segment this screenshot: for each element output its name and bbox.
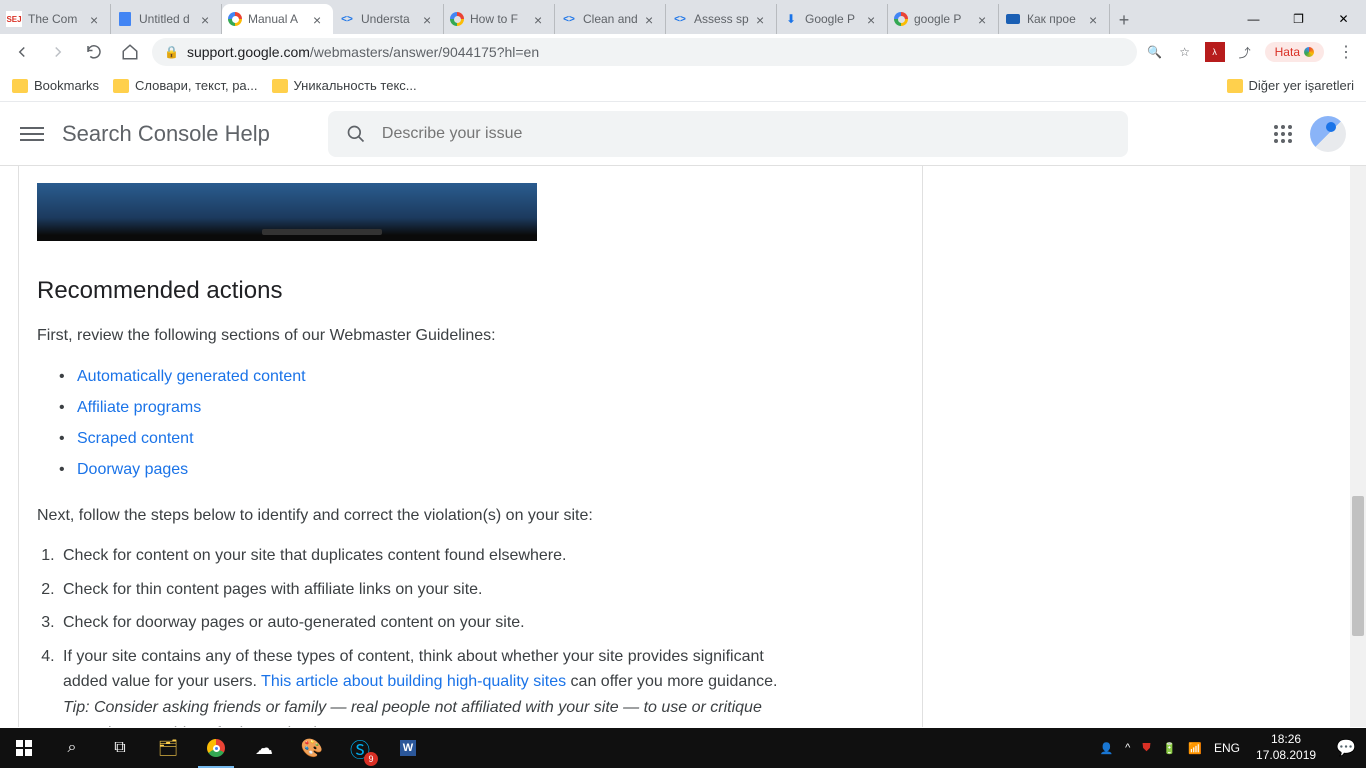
close-icon[interactable]: ×	[534, 12, 548, 26]
error-chip[interactable]: Hata	[1265, 42, 1324, 62]
link-affiliate[interactable]: Affiliate programs	[77, 399, 201, 416]
security-icon[interactable]: ⛊	[1136, 742, 1156, 755]
bookmarks-bar: Bookmarks Словари, текст, ра... Уникальн…	[0, 70, 1366, 102]
search-button[interactable]: ⌕	[48, 728, 96, 768]
tray-chevron[interactable]: ^	[1119, 742, 1136, 754]
step-1: Check for content on your site that dupl…	[59, 543, 797, 569]
folder-icon	[272, 79, 288, 93]
start-button[interactable]	[0, 728, 48, 768]
folder-icon	[113, 79, 129, 93]
tab-4[interactable]: How to F×	[444, 4, 555, 34]
home-button[interactable]	[116, 38, 144, 66]
word-button[interactable]: W	[384, 728, 432, 768]
menu-icon[interactable]	[20, 123, 44, 145]
intro-text: First, review the following sections of …	[37, 323, 797, 349]
video-thumbnail[interactable]	[37, 183, 537, 241]
url-input[interactable]: 🔒 support.google.com/webmasters/answer/9…	[152, 38, 1137, 66]
brand-title: Search Console Help	[62, 121, 270, 147]
close-icon[interactable]: ×	[423, 12, 437, 26]
next-text: Next, follow the steps below to identify…	[37, 503, 797, 529]
step-3: Check for doorway pages or auto-generate…	[59, 610, 797, 636]
tab-0[interactable]: SEJThe Com×	[0, 4, 111, 34]
reload-button[interactable]	[80, 38, 108, 66]
new-tab-button[interactable]: +	[1110, 6, 1138, 34]
page-header: Search Console Help	[0, 102, 1366, 166]
people-icon[interactable]: 👤	[1093, 742, 1119, 755]
minimize-button[interactable]: —	[1231, 4, 1276, 34]
close-icon[interactable]: ×	[1089, 12, 1103, 26]
other-bookmarks[interactable]: Diğer yer işaretleri	[1227, 78, 1354, 93]
close-button[interactable]: ✕	[1321, 4, 1366, 34]
skype-button[interactable]: Ⓢ9	[336, 728, 384, 768]
forward-button[interactable]	[44, 38, 72, 66]
tab-2[interactable]: Manual A×	[222, 4, 333, 34]
wifi-icon[interactable]: 📶	[1182, 742, 1208, 755]
url-bar: 🔒 support.google.com/webmasters/answer/9…	[0, 34, 1366, 70]
close-icon[interactable]: ×	[645, 12, 659, 26]
close-icon[interactable]: ×	[201, 12, 215, 26]
tab-6[interactable]: <>Assess sp×	[666, 4, 777, 34]
step-4-tip: Tip: Consider asking friends or family —…	[63, 699, 762, 727]
section-heading: Recommended actions	[37, 277, 797, 305]
step-2: Check for thin content pages with affili…	[59, 577, 797, 603]
steps-list: Check for content on your site that dupl…	[59, 543, 797, 727]
paint-button[interactable]: 🎨	[288, 728, 336, 768]
step-4: If your site contains any of these types…	[59, 644, 797, 727]
maximize-button[interactable]: ❐	[1276, 4, 1321, 34]
folder-icon	[12, 79, 28, 93]
browser-menu[interactable]: ⋮	[1334, 42, 1358, 62]
soundcloud-button[interactable]: ☁	[240, 728, 288, 768]
bookmark-1[interactable]: Словари, текст, ра...	[113, 78, 257, 93]
link-quality-sites[interactable]: This article about building high-quality…	[261, 673, 566, 690]
content-area: Recommended actions First, review the fo…	[0, 166, 1366, 727]
close-icon[interactable]: ×	[313, 12, 327, 26]
chrome-button[interactable]	[192, 728, 240, 768]
tab-1[interactable]: Untitled d×	[111, 4, 222, 34]
explorer-button[interactable]: 🗂	[144, 728, 192, 768]
tab-3[interactable]: <>Understa×	[333, 4, 444, 34]
scrollbar[interactable]	[1350, 166, 1366, 727]
bookmark-0[interactable]: Bookmarks	[12, 78, 99, 93]
notifications-icon[interactable]: 💬	[1326, 738, 1366, 758]
battery-icon[interactable]: 🔋	[1157, 742, 1183, 755]
back-button[interactable]	[8, 38, 36, 66]
folder-icon	[1227, 79, 1243, 93]
avatar[interactable]	[1310, 116, 1346, 152]
scroll-thumb[interactable]	[1352, 496, 1364, 636]
close-icon[interactable]: ×	[867, 12, 881, 26]
tab-8[interactable]: google P×	[888, 4, 999, 34]
browser-tabs: SEJThe Com× Untitled d× Manual A× <>Unde…	[0, 0, 1231, 34]
search-icon	[346, 124, 366, 144]
guideline-links: Automatically generated content Affiliat…	[59, 361, 797, 486]
search-input[interactable]	[382, 125, 1110, 143]
language-indicator[interactable]: ENG	[1208, 741, 1246, 755]
tab-7[interactable]: ⬇Google P×	[777, 4, 888, 34]
tab-5[interactable]: <>Clean and×	[555, 4, 666, 34]
close-icon[interactable]: ×	[90, 12, 104, 26]
apps-icon[interactable]	[1274, 125, 1292, 143]
window-controls: — ❐ ✕	[1231, 4, 1366, 34]
taskbar: ⌕ ⧉ 🗂 ☁ 🎨 Ⓢ9 W 👤 ^ ⛊ 🔋 📶 ENG 18:2617.08.…	[0, 728, 1366, 768]
bookmark-2[interactable]: Уникальность текс...	[272, 78, 417, 93]
pdf-icon[interactable]: λ	[1205, 42, 1225, 62]
link-doorway[interactable]: Doorway pages	[77, 461, 188, 478]
browser-titlebar: SEJThe Com× Untitled d× Manual A× <>Unde…	[0, 0, 1366, 34]
search-box[interactable]	[328, 111, 1128, 157]
zoom-icon[interactable]: 🔍	[1145, 42, 1165, 62]
tab-9[interactable]: Как прое×	[999, 4, 1110, 34]
star-icon[interactable]: ☆	[1175, 42, 1195, 62]
lock-icon: 🔒	[164, 45, 179, 59]
close-icon[interactable]: ×	[756, 12, 770, 26]
extension-icon[interactable]: ⤴	[1235, 42, 1255, 62]
link-scraped[interactable]: Scraped content	[77, 430, 194, 447]
task-view-button[interactable]: ⧉	[96, 728, 144, 768]
close-icon[interactable]: ×	[978, 12, 992, 26]
clock[interactable]: 18:2617.08.2019	[1246, 732, 1326, 763]
link-auto-content[interactable]: Automatically generated content	[77, 368, 306, 385]
